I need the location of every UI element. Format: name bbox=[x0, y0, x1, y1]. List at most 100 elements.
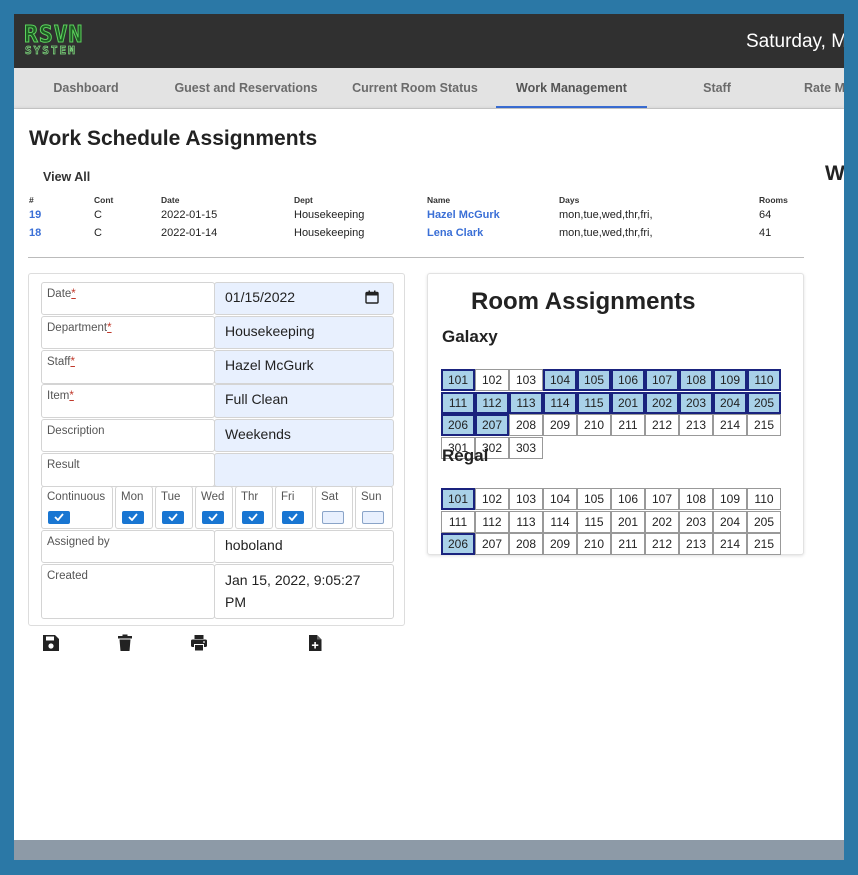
room-galaxy-212[interactable]: 212 bbox=[645, 414, 679, 437]
item-select[interactable]: Full Clean bbox=[214, 384, 394, 418]
checkbox-fri[interactable] bbox=[282, 511, 304, 524]
room-regal-106[interactable]: 106 bbox=[611, 488, 645, 510]
room-galaxy-102[interactable]: 102 bbox=[475, 369, 509, 391]
save-icon[interactable] bbox=[42, 634, 60, 652]
room-galaxy-210[interactable]: 210 bbox=[577, 414, 611, 437]
room-galaxy-107[interactable]: 107 bbox=[645, 369, 679, 391]
row-id-link[interactable]: 19 bbox=[29, 209, 41, 221]
result-input[interactable] bbox=[214, 453, 394, 487]
checkbox-mon[interactable] bbox=[122, 511, 144, 524]
room-regal-208[interactable]: 208 bbox=[509, 533, 543, 556]
day-tue[interactable]: Tue bbox=[155, 486, 193, 529]
room-galaxy-101[interactable]: 101 bbox=[441, 369, 475, 391]
room-regal-107[interactable]: 107 bbox=[645, 488, 679, 510]
room-galaxy-105[interactable]: 105 bbox=[577, 369, 611, 391]
calendar-icon[interactable] bbox=[365, 290, 379, 304]
room-regal-114[interactable]: 114 bbox=[543, 510, 577, 533]
tab-current-room-status[interactable]: Current Room Status bbox=[346, 68, 484, 108]
staff-select[interactable]: Hazel McGurk bbox=[214, 350, 394, 384]
room-regal-105[interactable]: 105 bbox=[577, 488, 611, 510]
room-galaxy-214[interactable]: 214 bbox=[713, 414, 747, 437]
room-galaxy-215[interactable]: 215 bbox=[747, 414, 781, 437]
room-regal-101[interactable]: 101 bbox=[441, 488, 475, 510]
room-regal-215[interactable]: 215 bbox=[747, 533, 781, 556]
room-galaxy-208[interactable]: 208 bbox=[509, 414, 543, 437]
row-name-link[interactable]: Lena Clark bbox=[427, 227, 483, 239]
room-regal-108[interactable]: 108 bbox=[679, 488, 713, 510]
checkbox-wed[interactable] bbox=[202, 511, 224, 524]
room-regal-206[interactable]: 206 bbox=[441, 533, 475, 556]
room-galaxy-111[interactable]: 111 bbox=[441, 391, 475, 414]
room-galaxy-201[interactable]: 201 bbox=[611, 391, 645, 414]
tab-work-management[interactable]: Work Management bbox=[496, 68, 647, 108]
room-regal-202[interactable]: 202 bbox=[645, 510, 679, 533]
day-sat[interactable]: Sat bbox=[315, 486, 353, 529]
room-regal-210[interactable]: 210 bbox=[577, 533, 611, 556]
room-regal-209[interactable]: 209 bbox=[543, 533, 577, 556]
room-regal-211[interactable]: 211 bbox=[611, 533, 645, 556]
room-galaxy-103[interactable]: 103 bbox=[509, 369, 543, 391]
room-galaxy-202[interactable]: 202 bbox=[645, 391, 679, 414]
room-galaxy-303[interactable]: 303 bbox=[509, 437, 543, 460]
tab-dashboard[interactable]: Dashboard bbox=[36, 68, 136, 108]
room-galaxy-106[interactable]: 106 bbox=[611, 369, 645, 391]
room-galaxy-114[interactable]: 114 bbox=[543, 391, 577, 414]
room-regal-212[interactable]: 212 bbox=[645, 533, 679, 556]
day-fri[interactable]: Fri bbox=[275, 486, 313, 529]
room-galaxy-209[interactable]: 209 bbox=[543, 414, 577, 437]
room-regal-102[interactable]: 102 bbox=[475, 488, 509, 510]
room-regal-214[interactable]: 214 bbox=[713, 533, 747, 556]
room-galaxy-113[interactable]: 113 bbox=[509, 391, 543, 414]
date-input[interactable]: 01/15/2022 bbox=[214, 282, 394, 315]
room-galaxy-109[interactable]: 109 bbox=[713, 369, 747, 391]
room-galaxy-211[interactable]: 211 bbox=[611, 414, 645, 437]
room-regal-205[interactable]: 205 bbox=[747, 510, 781, 533]
room-galaxy-206[interactable]: 206 bbox=[441, 414, 475, 437]
day-wed[interactable]: Wed bbox=[195, 486, 233, 529]
new-document-icon[interactable] bbox=[306, 634, 324, 652]
room-regal-103[interactable]: 103 bbox=[509, 488, 543, 510]
day-thr[interactable]: Thr bbox=[235, 486, 273, 529]
room-galaxy-112[interactable]: 112 bbox=[475, 391, 509, 414]
room-galaxy-115[interactable]: 115 bbox=[577, 391, 611, 414]
room-galaxy-213[interactable]: 213 bbox=[679, 414, 713, 437]
print-icon[interactable] bbox=[190, 634, 208, 652]
logo[interactable]: RSVN SYSTEM bbox=[23, 22, 98, 57]
room-galaxy-207[interactable]: 207 bbox=[475, 414, 509, 437]
row-id-link[interactable]: 18 bbox=[29, 227, 41, 239]
room-regal-204[interactable]: 204 bbox=[713, 510, 747, 533]
tab-guest-and-reservations[interactable]: Guest and Reservations bbox=[172, 68, 320, 108]
checkbox-sat[interactable] bbox=[322, 511, 344, 524]
room-galaxy-203[interactable]: 203 bbox=[679, 391, 713, 414]
room-regal-111[interactable]: 111 bbox=[441, 510, 475, 533]
room-regal-203[interactable]: 203 bbox=[679, 510, 713, 533]
view-all-link[interactable]: View All bbox=[43, 170, 90, 184]
department-select[interactable]: Housekeeping bbox=[214, 316, 394, 349]
day-sun[interactable]: Sun bbox=[355, 486, 393, 529]
checkbox-continuous[interactable] bbox=[48, 511, 70, 524]
checkbox-thr[interactable] bbox=[242, 511, 264, 524]
room-regal-113[interactable]: 113 bbox=[509, 510, 543, 533]
room-regal-104[interactable]: 104 bbox=[543, 488, 577, 510]
delete-icon[interactable] bbox=[116, 634, 134, 652]
row-name-link[interactable]: Hazel McGurk bbox=[427, 209, 500, 221]
day-continuous[interactable]: Continuous bbox=[41, 486, 113, 529]
checkbox-tue[interactable] bbox=[162, 511, 184, 524]
room-galaxy-110[interactable]: 110 bbox=[747, 369, 781, 391]
room-galaxy-108[interactable]: 108 bbox=[679, 369, 713, 391]
room-regal-112[interactable]: 112 bbox=[475, 510, 509, 533]
checkbox-sun[interactable] bbox=[362, 511, 384, 524]
room-regal-213[interactable]: 213 bbox=[679, 533, 713, 556]
description-input[interactable]: Weekends bbox=[214, 419, 394, 452]
room-regal-109[interactable]: 109 bbox=[713, 488, 747, 510]
day-mon[interactable]: Mon bbox=[115, 486, 153, 529]
room-galaxy-104[interactable]: 104 bbox=[543, 369, 577, 391]
room-galaxy-204[interactable]: 204 bbox=[713, 391, 747, 414]
room-regal-115[interactable]: 115 bbox=[577, 510, 611, 533]
room-regal-207[interactable]: 207 bbox=[475, 533, 509, 556]
room-galaxy-205[interactable]: 205 bbox=[747, 391, 781, 414]
tab-staff[interactable]: Staff bbox=[687, 68, 747, 108]
room-regal-110[interactable]: 110 bbox=[747, 488, 781, 510]
room-regal-201[interactable]: 201 bbox=[611, 510, 645, 533]
tab-rate[interactable]: Rate M bbox=[804, 68, 844, 108]
